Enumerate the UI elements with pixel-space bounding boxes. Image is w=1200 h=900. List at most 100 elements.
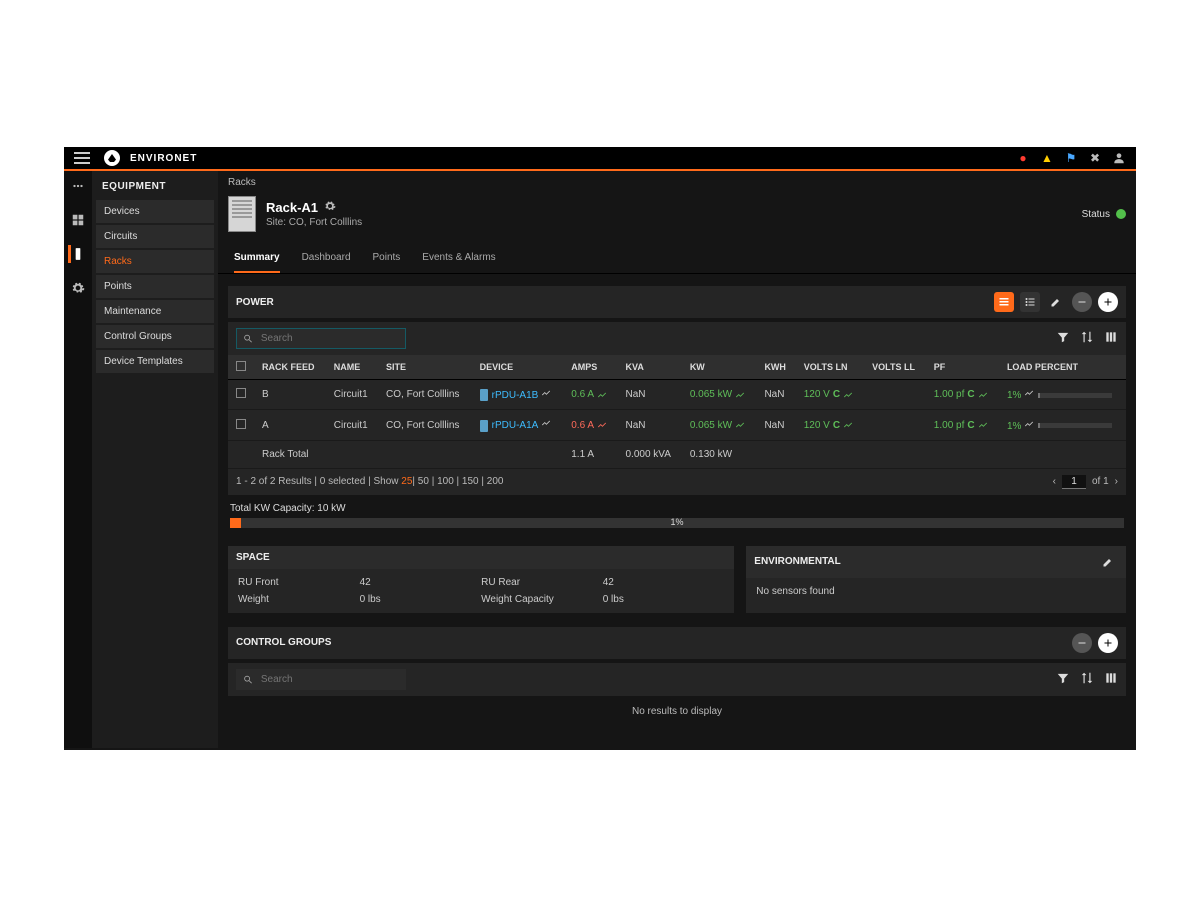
col-amps[interactable]: AMPS [563, 355, 617, 380]
sidebar-item-devices[interactable]: Devices [96, 200, 214, 223]
alert-critical-icon[interactable]: ● [1016, 151, 1030, 165]
sidebar-item-control-groups[interactable]: Control Groups [96, 325, 214, 348]
view-grid-button[interactable] [994, 292, 1014, 312]
power-title: POWER [236, 297, 274, 308]
columns-icon[interactable] [1104, 330, 1118, 347]
cell-vll [864, 380, 926, 410]
weight-label: Weight [238, 594, 360, 605]
search-icon [243, 333, 253, 344]
alert-info-icon[interactable]: ⚑ [1064, 151, 1078, 165]
gear-icon[interactable] [324, 200, 336, 215]
cell-pf: 1.00 pf C [926, 380, 999, 410]
page-prev-icon[interactable]: ‹ [1053, 476, 1056, 487]
env-edit-button[interactable] [1098, 552, 1118, 572]
power-search-box[interactable] [236, 328, 406, 349]
total-amps: 1.1 A [563, 440, 617, 468]
tab-events-alarms[interactable]: Events & Alarms [422, 246, 495, 273]
sidebar-item-points[interactable]: Points [96, 275, 214, 298]
left-rail [64, 171, 92, 748]
weight-cap-label: Weight Capacity [481, 594, 603, 605]
page-size-option[interactable]: | 150 [454, 476, 479, 487]
col-kwh[interactable]: KWH [756, 355, 795, 380]
page-next-icon[interactable]: › [1115, 476, 1118, 487]
app-logo-icon [104, 150, 120, 166]
main-content: Racks Rack-A1 Site: CO, Fort Colllins [218, 171, 1136, 748]
env-title: ENVIRONMENTAL [754, 556, 840, 567]
col-kva[interactable]: KVA [618, 355, 682, 380]
footer-selected: 0 selected [320, 476, 366, 487]
view-list-button[interactable] [1020, 292, 1040, 312]
edit-button[interactable] [1046, 292, 1066, 312]
col-volts-ln[interactable]: VOLTS LN [796, 355, 864, 380]
remove-button[interactable] [1072, 292, 1092, 312]
col-pf[interactable]: PF [926, 355, 999, 380]
cell-load: 1% [999, 410, 1126, 440]
col-kw[interactable]: KW [682, 355, 757, 380]
col-device[interactable]: DEVICE [472, 355, 564, 380]
cg-filter-icon[interactable] [1056, 671, 1070, 688]
select-all-checkbox[interactable] [236, 361, 246, 371]
cell-device[interactable]: rPDU-A1B [472, 380, 564, 410]
rail-item-chat-icon[interactable] [69, 177, 87, 195]
table-row[interactable]: BCircuit1CO, Fort ColllinsrPDU-A1B 0.6 A… [228, 380, 1126, 410]
cg-search-input[interactable] [259, 673, 399, 686]
page-size-option[interactable]: | 50 [412, 476, 429, 487]
page-size-option[interactable]: | 100 [429, 476, 454, 487]
add-button[interactable] [1098, 292, 1118, 312]
power-search-input[interactable] [259, 332, 399, 345]
cell-vln: 120 V C [796, 410, 864, 440]
tab-dashboard[interactable]: Dashboard [302, 246, 351, 273]
tab-points[interactable]: Points [373, 246, 401, 273]
cg-search-row [228, 663, 1126, 696]
rail-item-equipment-icon[interactable] [68, 245, 86, 263]
power-search-row [228, 322, 1126, 355]
rail-item-settings-icon[interactable] [69, 279, 87, 297]
sidebar-item-maintenance[interactable]: Maintenance [96, 300, 214, 323]
page-size-25[interactable]: 25 [401, 476, 412, 487]
col-rack-feed[interactable]: RACK FEED [254, 355, 326, 380]
filter-icon[interactable] [1056, 330, 1070, 347]
tab-summary[interactable]: Summary [234, 246, 280, 273]
cg-remove-button[interactable] [1072, 633, 1092, 653]
row-checkbox[interactable] [236, 388, 246, 398]
cg-search-box[interactable] [236, 669, 406, 690]
tools-icon[interactable]: ✖ [1088, 151, 1102, 165]
alert-warning-icon[interactable]: ▲ [1040, 151, 1054, 165]
power-table: RACK FEED NAME SITE DEVICE AMPS KVA KW K… [228, 355, 1126, 469]
row-checkbox[interactable] [236, 419, 246, 429]
search-icon [243, 674, 253, 685]
col-name[interactable]: NAME [326, 355, 378, 380]
power-table-footer: 1 - 2 of 2 Results | 0 selected | Show 2… [228, 469, 1126, 495]
sidebar-item-circuits[interactable]: Circuits [96, 225, 214, 248]
power-table-tools [1056, 330, 1118, 347]
sidebar-item-device-templates[interactable]: Device Templates [96, 350, 214, 373]
power-tools [994, 292, 1118, 312]
menu-icon[interactable] [74, 152, 90, 164]
sidebar-item-racks[interactable]: Racks [96, 250, 214, 273]
col-load-percent[interactable]: LOAD PERCENT [999, 355, 1126, 380]
rail-item-dashboard-icon[interactable] [69, 211, 87, 229]
cg-add-button[interactable] [1098, 633, 1118, 653]
page-input[interactable] [1062, 475, 1086, 489]
status-ok-icon [1116, 209, 1126, 219]
sidebar-heading: EQUIPMENT [102, 181, 208, 192]
cg-columns-icon[interactable] [1104, 671, 1118, 688]
space-title: SPACE [236, 552, 270, 563]
ru-front-value: 42 [360, 577, 482, 588]
cg-sort-icon[interactable] [1080, 671, 1094, 688]
col-site[interactable]: SITE [378, 355, 472, 380]
footer-range: 1 - 2 of 2 Results [236, 476, 312, 487]
cell-site: CO, Fort Colllins [378, 380, 472, 410]
cell-pf: 1.00 pf C [926, 410, 999, 440]
table-total-row: Rack Total 1.1 A 0.000 kVA 0.130 kW [228, 440, 1126, 468]
cell-device[interactable]: rPDU-A1A [472, 410, 564, 440]
cell-feed: A [254, 410, 326, 440]
breadcrumb[interactable]: Racks [218, 171, 1136, 194]
ru-front-label: RU Front [238, 577, 360, 588]
sort-icon[interactable] [1080, 330, 1094, 347]
page-size-option[interactable]: | 200 [479, 476, 504, 487]
col-volts-ll[interactable]: VOLTS LL [864, 355, 926, 380]
table-row[interactable]: ACircuit1CO, Fort ColllinsrPDU-A1A 0.6 A… [228, 410, 1126, 440]
user-account-icon[interactable] [1112, 151, 1126, 165]
rack-site: Site: CO, Fort Colllins [266, 217, 362, 228]
